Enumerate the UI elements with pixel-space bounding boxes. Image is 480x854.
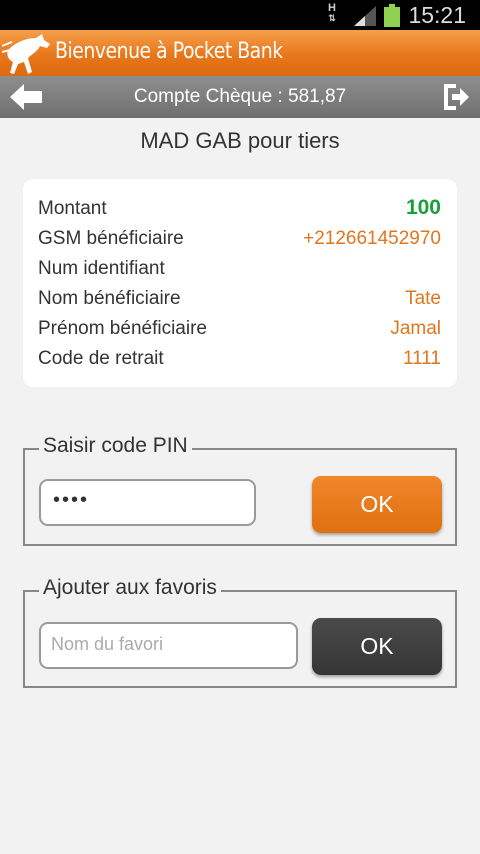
summary-label: Montant [38,198,107,219]
summary-label: GSM bénéficiaire [38,228,184,249]
brand-header: Bienvenue à Pocket Bank [0,30,480,76]
summary-row-lastname: Nom bénéficiaire Tate [38,283,441,313]
horse-logo-icon [2,34,51,74]
summary-label: Nom bénéficiaire [38,288,181,309]
amount-value: 100 [405,196,441,219]
favorites-legend: Ajouter aux favoris [39,576,221,600]
app-title: Bienvenue à Pocket Bank [55,39,283,64]
battery-icon [384,4,400,27]
firstname-value: Jamal [390,318,441,339]
summary-row-amount: Montant 100 [38,193,441,223]
summary-label: Prénom bénéficiaire [38,318,207,339]
logout-icon[interactable] [442,82,470,112]
summary-row-firstname: Prénom bénéficiaire Jamal [38,313,441,343]
pin-legend: Saisir code PIN [39,434,192,458]
pin-ok-button[interactable]: OK [312,476,442,533]
gsm-value: +212661452970 [303,228,441,249]
pin-input[interactable]: •••• [39,479,256,526]
signal-icon [354,6,376,26]
account-balance: Compte Chèque : 581,87 [133,86,347,107]
status-bar: H ⇅ 15:21 [0,0,480,30]
summary-label: Num identifiant [38,258,165,279]
account-bar: Compte Chèque : 581,87 [0,76,480,118]
transfer-summary-card: Montant 100 GSM bénéficiaire +2126614529… [23,179,457,387]
page-title: MAD GAB pour tiers [140,128,340,153]
summary-row-id: Num identifiant [38,253,441,283]
network-type-icon: H ⇅ [328,2,336,23]
summary-label: Code de retrait [38,348,164,369]
favorites-fieldset: Ajouter aux favoris Nom du favori OK [23,576,457,688]
favorite-ok-button[interactable]: OK [312,618,442,675]
lastname-value: Tate [405,288,441,309]
summary-row-gsm: GSM bénéficiaire +212661452970 [38,223,441,253]
clock: 15:21 [408,2,466,28]
pin-fieldset: Saisir code PIN •••• OK [23,434,457,546]
summary-row-withdrawal-code: Code de retrait 1111 [38,343,441,373]
favorite-name-input[interactable]: Nom du favori [39,622,298,669]
withdrawal-code-value: 1111 [402,348,441,369]
